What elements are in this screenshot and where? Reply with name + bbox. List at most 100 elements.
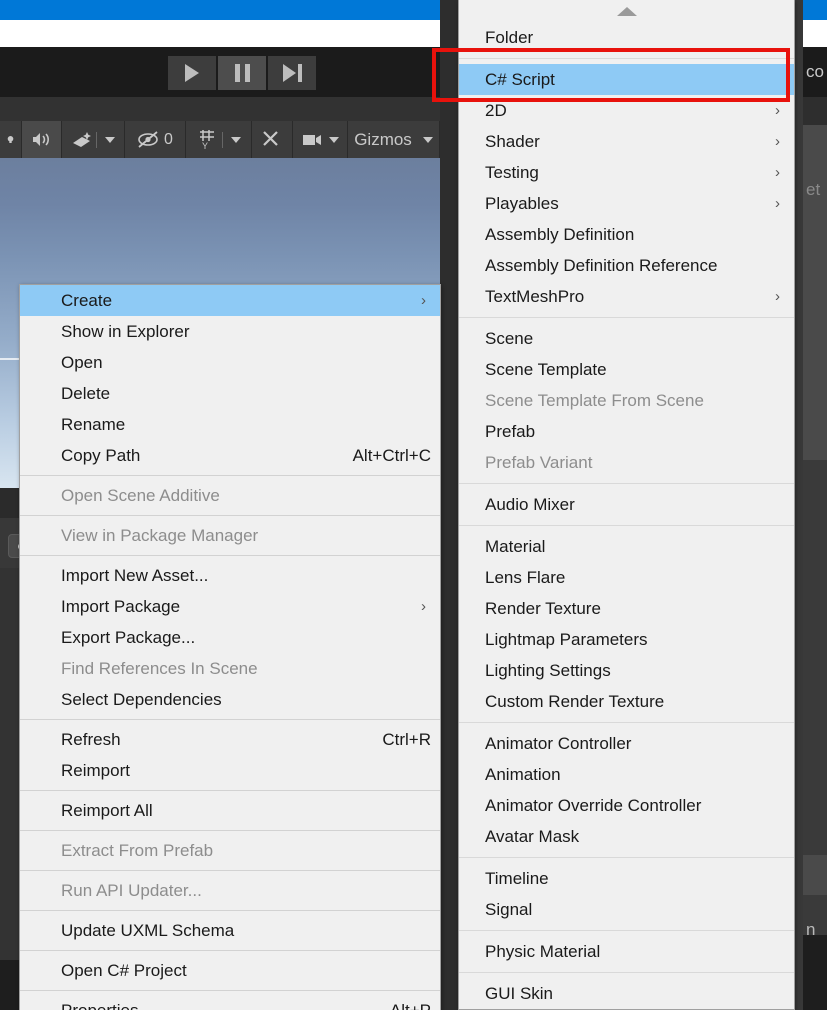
create-submenu[interactable]: Folder C# Script 2D › Shader › Testing › Playabl… [458, 0, 795, 1010]
menu-item-label: Signal [485, 899, 533, 919]
menu-item-label: Extract From Prefab [61, 840, 214, 860]
menu-item-signal[interactable]: Signal [459, 894, 794, 925]
menu-item-scene-template[interactable]: Scene Template [459, 354, 794, 385]
menu-item-2d[interactable]: 2D › [459, 95, 794, 126]
menu-item-label: Lightmap Parameters [485, 629, 648, 649]
audio-icon[interactable] [22, 121, 62, 158]
effects-icon[interactable] [62, 121, 125, 158]
pause-button[interactable] [218, 56, 266, 90]
menu-item-label: Folder [485, 27, 534, 47]
chevron-right-icon: › [421, 598, 426, 615]
scene-tools-icon[interactable] [252, 121, 293, 158]
menu-item-playables[interactable]: Playables › [459, 188, 794, 219]
toolbar-divider [222, 131, 223, 148]
scroll-up-arrow-icon[interactable] [459, 0, 794, 22]
menu-item-textmeshpro[interactable]: TextMeshPro › [459, 281, 794, 312]
playmode-controls[interactable] [168, 56, 316, 90]
menu-item-animation[interactable]: Animation [459, 759, 794, 790]
menu-item-label: Custom Render Texture [485, 691, 665, 711]
menu-item-label: TextMeshPro [485, 286, 585, 306]
menu-item-label: Assembly Definition Reference [485, 255, 718, 275]
menu-item-delete[interactable]: Delete [20, 378, 440, 409]
gizmos-button[interactable]: Gizmos [348, 121, 440, 158]
play-icon [185, 64, 199, 82]
menu-item-assembly-definition-reference[interactable]: Assembly Definition Reference [459, 250, 794, 281]
menu-item-update-uxml-schema[interactable]: Update UXML Schema [20, 915, 440, 946]
menu-item-timeline[interactable]: Timeline [459, 863, 794, 894]
menu-item-select-dependencies[interactable]: Select Dependencies [20, 684, 440, 715]
menu-item-label: Reimport All [61, 800, 153, 820]
step-button[interactable] [268, 56, 316, 90]
menu-item-c-script[interactable]: C# Script [459, 64, 794, 95]
camera-icon[interactable] [293, 121, 348, 158]
menu-item-label: Animator Controller [485, 733, 632, 753]
chevron-down-icon[interactable] [422, 136, 433, 143]
menu-item-create[interactable]: Create › [20, 285, 440, 316]
menu-item-lighting-settings[interactable]: Lighting Settings [459, 655, 794, 686]
menu-item-material[interactable]: Material [459, 531, 794, 562]
menu-item-animator-controller[interactable]: Animator Controller [459, 728, 794, 759]
menu-item-shortcut: Alt+Ctrl+C [352, 445, 431, 465]
chevron-down-icon[interactable] [105, 136, 115, 143]
right-inspector-top [803, 125, 827, 460]
menu-bar [0, 20, 440, 47]
menu-item-refresh[interactable]: Refresh Ctrl+R [20, 724, 440, 755]
menu-item-open[interactable]: Open [20, 347, 440, 378]
menu-item-reimport-all[interactable]: Reimport All [20, 795, 440, 826]
menu-separator [20, 790, 440, 791]
project-context-menu[interactable]: Create › Show in Explorer Open Delete Rename C… [19, 284, 441, 1010]
menu-item-label: Testing [485, 162, 539, 182]
menu-item-import-new-asset[interactable]: Import New Asset... [20, 560, 440, 591]
menu-item-label: Assembly Definition [485, 224, 635, 244]
menu-item-label: GUI Skin [485, 983, 554, 1003]
menu-item-scene[interactable]: Scene [459, 323, 794, 354]
menu-item-label: Import New Asset... [61, 565, 209, 585]
chevron-right-icon: › [775, 288, 780, 305]
lighting-icon[interactable] [0, 121, 22, 158]
menu-item-testing[interactable]: Testing › [459, 157, 794, 188]
step-icon [282, 64, 302, 82]
menu-separator [20, 719, 440, 720]
menu-item-properties[interactable]: Properties... Alt+P [20, 995, 440, 1010]
menu-item-lightmap-parameters[interactable]: Lightmap Parameters [459, 624, 794, 655]
menu-item-assembly-definition[interactable]: Assembly Definition [459, 219, 794, 250]
menu-item-open-c-project[interactable]: Open C# Project [20, 955, 440, 986]
menu-item-gui-skin[interactable]: GUI Skin [459, 978, 794, 1009]
menu-item-rename[interactable]: Rename [20, 409, 440, 440]
play-button[interactable] [168, 56, 216, 90]
menu-item-prefab[interactable]: Prefab [459, 416, 794, 447]
gizmos-label: Gizmos [354, 129, 412, 149]
menu-item-animator-override-controller[interactable]: Animator Override Controller [459, 790, 794, 821]
menu-item-reimport[interactable]: Reimport [20, 755, 440, 786]
menu-item-copy-path[interactable]: Copy Path Alt+Ctrl+C [20, 440, 440, 471]
menu-separator [459, 58, 794, 59]
menu-item-import-package[interactable]: Import Package › [20, 591, 440, 622]
menu-item-folder[interactable]: Folder [459, 22, 794, 53]
menu-item-lens-flare[interactable]: Lens Flare [459, 562, 794, 593]
menu-item-label: Render Texture [485, 598, 601, 618]
menu-item-show-in-explorer[interactable]: Show in Explorer [20, 316, 440, 347]
menu-item-label: Delete [61, 383, 111, 403]
menu-item-audio-mixer[interactable]: Audio Mixer [459, 489, 794, 520]
menu-item-physic-material[interactable]: Physic Material [459, 936, 794, 967]
pause-icon [234, 64, 250, 82]
menu-item-render-texture[interactable]: Render Texture [459, 593, 794, 624]
menu-item-shader[interactable]: Shader › [459, 126, 794, 157]
menu-separator [20, 475, 440, 476]
menu-item-export-package[interactable]: Export Package... [20, 622, 440, 653]
chevron-down-icon[interactable] [231, 136, 241, 143]
chevron-down-icon[interactable] [328, 136, 339, 143]
grid-icon[interactable]: Y [186, 121, 252, 158]
menu-separator [20, 830, 440, 831]
menu-item-view-in-package-manager: View in Package Manager [20, 520, 440, 551]
menu-item-label: Open C# Project [61, 960, 187, 980]
hidden-objects-icon[interactable]: 0 [125, 121, 186, 158]
menu-item-avatar-mask[interactable]: Avatar Mask [459, 821, 794, 852]
menu-separator [459, 972, 794, 973]
scene-view-toolbar[interactable]: 0 Y Gizmos [0, 121, 440, 158]
camera-glyph [302, 134, 321, 145]
menu-item-label: Lens Flare [485, 567, 566, 587]
menu-item-label: Playables [485, 193, 559, 213]
right-text-fragment-3: n [806, 920, 816, 939]
menu-item-custom-render-texture[interactable]: Custom Render Texture [459, 686, 794, 717]
